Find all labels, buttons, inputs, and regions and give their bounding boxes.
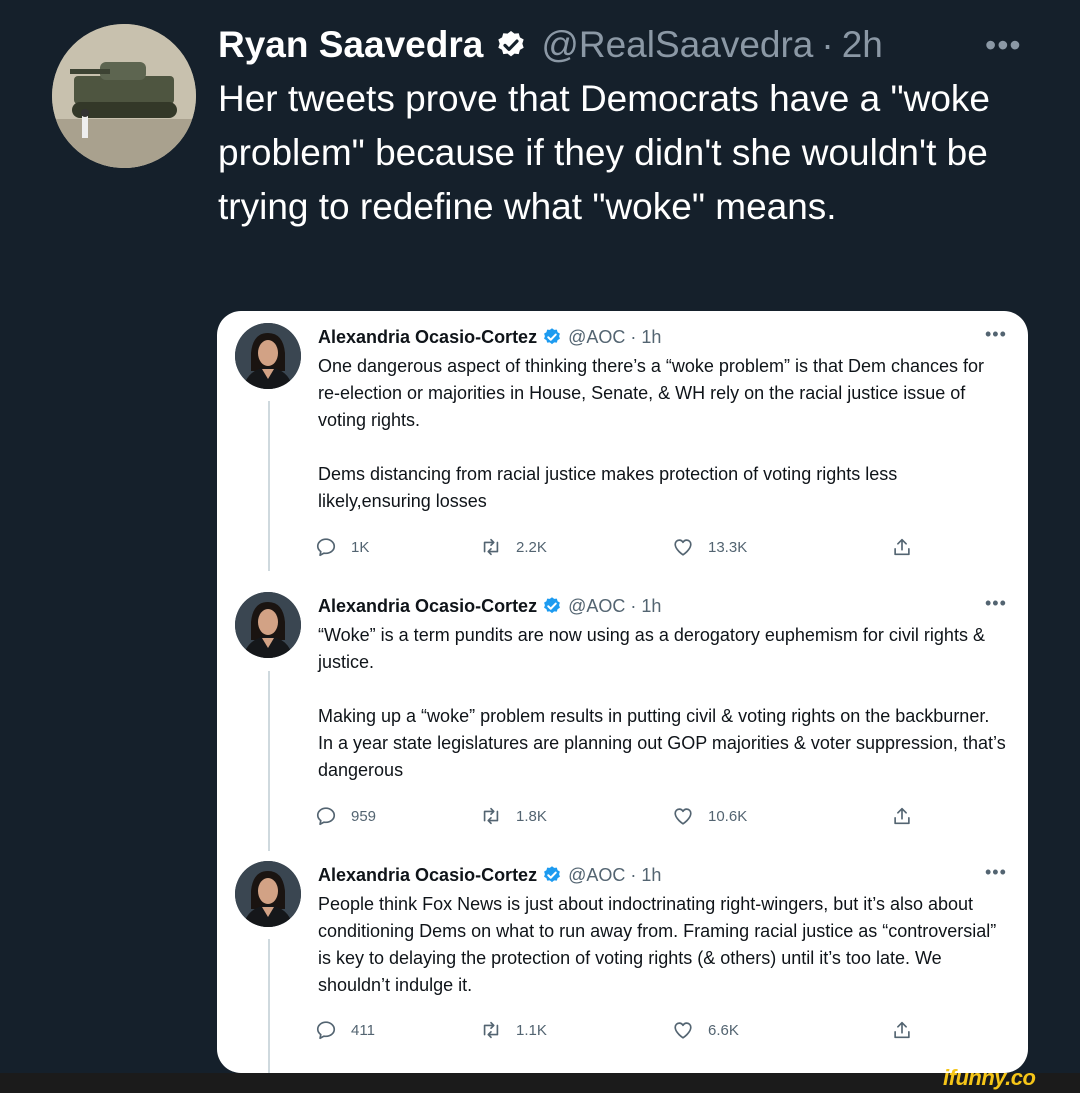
outer-timestamp[interactable]: 2h xyxy=(842,24,883,66)
tweet-header: Alexandria Ocasio-Cortez @AOC · 1h xyxy=(318,862,661,888)
tweet-actions: 1K 2.2K 13.3K xyxy=(315,533,915,561)
author-name[interactable]: Alexandria Ocasio-Cortez xyxy=(318,596,537,617)
retweet-icon xyxy=(483,807,499,825)
reply-button[interactable]: 959 xyxy=(315,802,376,830)
outer-separator: · xyxy=(821,24,834,65)
like-icon xyxy=(674,808,692,825)
thread-connector xyxy=(268,401,270,571)
retweet-button[interactable]: 1.1K xyxy=(480,1016,547,1044)
outer-tweet-header: Ryan Saavedra @RealSaavedra · 2h xyxy=(218,22,883,68)
author-handle[interactable]: @AOC xyxy=(568,596,625,617)
share-icon xyxy=(894,807,910,825)
retweet-button[interactable]: 1.8K xyxy=(480,802,547,830)
verified-badge-icon xyxy=(544,328,560,345)
retweet-icon xyxy=(483,538,499,556)
tweet-text: One dangerous aspect of thinking there’s… xyxy=(318,356,985,511)
verified-badge-icon xyxy=(544,597,560,614)
outer-author-name[interactable]: Ryan Saavedra xyxy=(218,24,483,66)
tweet-header: Alexandria Ocasio-Cortez @AOC · 1h xyxy=(318,593,661,619)
retweet-icon xyxy=(483,1021,499,1039)
quoted-thread-card[interactable]: Alexandria Ocasio-Cortez @AOC · 1h ••• O… xyxy=(217,311,1028,1073)
like-button[interactable]: 6.6K xyxy=(672,1016,739,1044)
like-button[interactable]: 10.6K xyxy=(672,802,747,830)
share-button[interactable] xyxy=(891,1016,913,1044)
like-button[interactable]: 13.3K xyxy=(672,533,747,561)
separator: · xyxy=(630,326,637,347)
like-count: 10.6K xyxy=(708,807,748,825)
reply-count: 959 xyxy=(351,807,377,825)
verified-badge-icon xyxy=(498,31,524,57)
tweet-text: People think Fox News is just about indo… xyxy=(318,894,1002,995)
tweet-text: “Woke” is a term pundits are now using a… xyxy=(318,625,1006,780)
author-handle[interactable]: @AOC xyxy=(568,327,625,348)
author-handle[interactable]: @AOC xyxy=(568,865,625,886)
retweet-count: 2.2K xyxy=(516,538,547,556)
reply-count: 1K xyxy=(351,538,370,556)
reply-icon xyxy=(316,538,336,557)
like-icon xyxy=(674,1022,692,1039)
person-photo-icon xyxy=(235,323,301,389)
outer-tweet-text: Her tweets prove that Democrats have a "… xyxy=(218,78,1001,227)
like-count: 13.3K xyxy=(708,538,748,556)
reply-icon xyxy=(316,1021,336,1040)
avatar[interactable] xyxy=(235,861,301,927)
like-icon xyxy=(674,539,692,556)
tweet-actions: 411 1.1K 6.6K xyxy=(315,1016,915,1044)
outer-author-handle[interactable]: @RealSaavedra xyxy=(541,24,813,66)
reply-button[interactable]: 411 xyxy=(315,1016,375,1044)
share-icon xyxy=(894,538,910,556)
person-photo-icon xyxy=(235,592,301,658)
separator: · xyxy=(630,595,637,616)
author-name[interactable]: Alexandria Ocasio-Cortez xyxy=(318,865,537,886)
timestamp[interactable]: 1h xyxy=(641,865,661,886)
timestamp[interactable]: 1h xyxy=(641,327,661,348)
reply-count: 411 xyxy=(351,1021,375,1039)
reply-icon xyxy=(316,807,336,826)
avatar[interactable] xyxy=(235,323,301,389)
more-icon[interactable]: ••• xyxy=(985,324,1007,345)
watermark: ifunny.co xyxy=(943,1065,1036,1090)
person-photo-icon xyxy=(235,861,301,927)
avatar[interactable] xyxy=(235,592,301,658)
more-icon[interactable]: ••• xyxy=(985,22,1022,68)
author-name[interactable]: Alexandria Ocasio-Cortez xyxy=(318,327,537,348)
reply-button[interactable]: 1K xyxy=(315,533,369,561)
thread-connector xyxy=(268,939,270,1073)
share-icon xyxy=(894,1021,910,1039)
retweet-button[interactable]: 2.2K xyxy=(480,533,547,561)
more-icon[interactable]: ••• xyxy=(985,593,1007,614)
profile-avatar[interactable] xyxy=(52,24,196,168)
retweet-count: 1.1K xyxy=(516,1021,547,1039)
share-button[interactable] xyxy=(891,802,913,830)
separator: · xyxy=(630,864,637,885)
tank-photo-icon xyxy=(52,24,196,168)
tweet-header: Alexandria Ocasio-Cortez @AOC · 1h xyxy=(318,324,661,350)
more-icon[interactable]: ••• xyxy=(985,862,1007,883)
like-count: 6.6K xyxy=(708,1021,739,1039)
thread-connector xyxy=(268,671,270,851)
footer-bar xyxy=(0,1073,1080,1093)
share-button[interactable] xyxy=(891,533,913,561)
timestamp[interactable]: 1h xyxy=(641,596,661,617)
retweet-count: 1.8K xyxy=(516,807,547,825)
verified-badge-icon xyxy=(544,866,560,883)
tweet-actions: 959 1.8K 10.6K xyxy=(315,802,915,830)
